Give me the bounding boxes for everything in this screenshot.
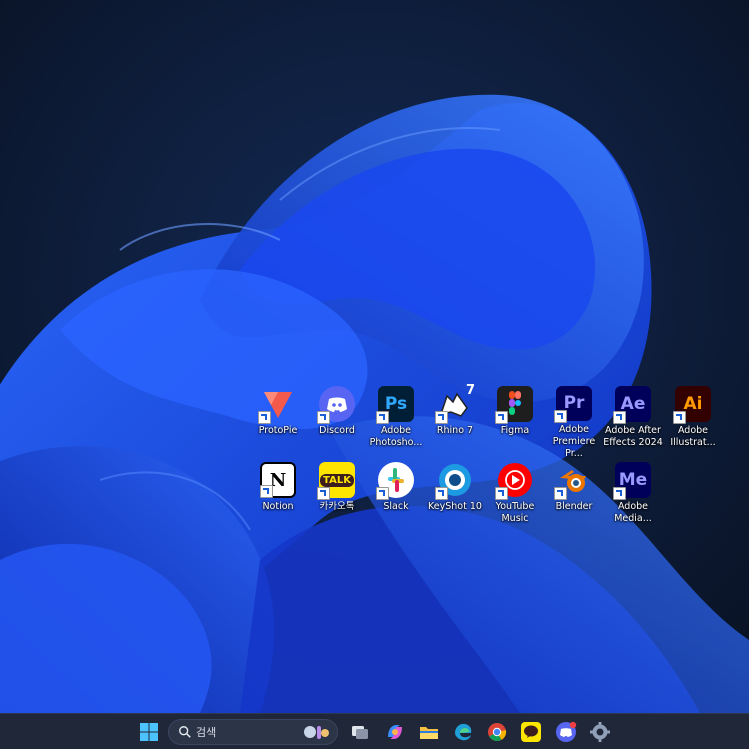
kakaotalk-taskbar-icon[interactable] — [520, 721, 542, 743]
notion-icon: N — [260, 462, 296, 498]
kakaotalk-icon: TALK — [317, 462, 355, 500]
desktop-icon-slack[interactable]: Slack — [367, 462, 425, 534]
desktop-icon-keyshot[interactable]: KeyShot 10 — [426, 462, 484, 534]
desktop-icon-after-effects[interactable]: Ae Adobe After Effects 2024 — [603, 386, 663, 458]
shortcut-arrow-icon — [376, 487, 389, 500]
icon-label: Blender — [555, 501, 593, 512]
icon-label: Adobe Photosho... — [369, 425, 423, 448]
illustrator-icon: Ai — [673, 386, 711, 424]
desktop-icon-youtube-music[interactable]: YouTube Music — [486, 462, 544, 534]
search-icon — [179, 726, 191, 738]
shortcut-arrow-icon — [613, 487, 626, 500]
desktop-icon-rhino[interactable]: 7 Rhino 7 — [426, 383, 484, 458]
protopie-icon — [258, 386, 296, 424]
rhino-version: 7 — [465, 383, 475, 398]
icon-label: ProtoPie — [258, 425, 298, 436]
desktop-icon-figma[interactable]: Figma — [486, 386, 544, 458]
icon-label: Figma — [500, 425, 530, 436]
shortcut-arrow-icon — [554, 487, 567, 500]
after-effects-icon: Ae — [613, 386, 651, 424]
icon-label: Adobe Illustrat... — [670, 425, 716, 448]
youtube-music-icon — [495, 462, 533, 500]
icon-label: Rhino 7 — [436, 425, 474, 436]
shortcut-arrow-icon — [613, 411, 626, 424]
desktop-icon-blender[interactable]: Blender — [545, 462, 603, 534]
icon-label: Notion — [262, 501, 294, 512]
search-highlight-icon — [304, 726, 329, 739]
icon-label: YouTube Music — [495, 501, 535, 524]
desktop-icon-kakaotalk[interactable]: TALK 카카오톡 — [308, 462, 366, 534]
task-view-icon[interactable] — [349, 721, 371, 743]
desktop-icon-premiere[interactable]: Pr Adobe Premiere Pr... — [545, 386, 603, 458]
shortcut-arrow-icon — [376, 411, 389, 424]
photoshop-icon: Ps — [376, 386, 414, 424]
shortcut-arrow-icon — [258, 411, 271, 424]
desktop-icon-photoshop[interactable]: Ps Adobe Photosho... — [367, 386, 425, 458]
premiere-icon: Pr — [554, 386, 592, 423]
copilot-icon[interactable] — [384, 721, 406, 743]
icon-label: Adobe Media... — [614, 501, 652, 524]
shortcut-arrow-icon — [554, 409, 567, 423]
shortcut-arrow-icon — [495, 487, 508, 500]
icon-label: KeyShot 10 — [428, 501, 482, 512]
search-box[interactable]: 검색 — [168, 719, 338, 745]
taskbar: 검색 — [0, 713, 749, 749]
desktop: ProtoPie Discord Ps Adobe Photosho... 7 … — [0, 0, 749, 713]
icon-label: 카카오톡 — [319, 501, 355, 512]
media-encoder-icon: Me — [613, 462, 651, 500]
shortcut-arrow-icon — [673, 411, 686, 424]
desktop-icon-illustrator[interactable]: Ai Adobe Illustrat... — [664, 386, 722, 458]
rhino-icon: 7 — [435, 383, 475, 424]
search-placeholder: 검색 — [196, 726, 217, 739]
keyshot-icon — [435, 462, 473, 500]
windows-start-icon[interactable] — [138, 721, 160, 743]
wallpaper-bloom — [0, 0, 749, 713]
icon-label: Slack — [383, 501, 409, 512]
shortcut-arrow-icon — [435, 411, 448, 424]
icon-label: Adobe Premiere Pr... — [552, 423, 596, 459]
settings-icon[interactable] — [589, 721, 611, 743]
blender-icon — [554, 462, 592, 500]
shortcut-arrow-icon — [260, 485, 273, 498]
figma-icon — [495, 386, 533, 424]
shortcut-arrow-icon — [495, 411, 508, 424]
desktop-icon-discord[interactable]: Discord — [308, 386, 366, 458]
shortcut-arrow-icon — [317, 487, 330, 500]
desktop-icon-media-encoder[interactable]: Me Adobe Media... — [604, 462, 662, 534]
chrome-icon[interactable] — [486, 721, 508, 743]
shortcut-arrow-icon — [435, 487, 448, 500]
shortcut-arrow-icon — [317, 411, 330, 424]
slack-icon — [376, 462, 414, 500]
icon-label: Discord — [319, 425, 355, 436]
file-explorer-icon[interactable] — [418, 721, 440, 743]
discord-taskbar-icon[interactable] — [555, 721, 577, 743]
discord-icon — [317, 386, 355, 424]
illustrator-abbr: Ai — [683, 394, 703, 414]
desktop-icon-protopie[interactable]: ProtoPie — [249, 386, 307, 458]
kakaotalk-abbr: TALK — [320, 473, 354, 487]
edge-icon[interactable] — [452, 721, 474, 743]
icon-label: Adobe After Effects 2024 — [603, 425, 663, 448]
desktop-icon-notion[interactable]: N Notion — [249, 462, 307, 534]
